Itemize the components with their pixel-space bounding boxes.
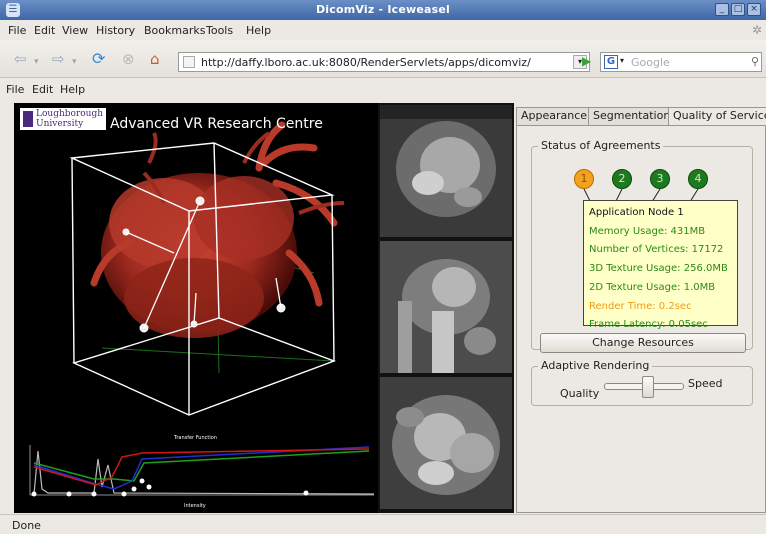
slice-view-1[interactable]	[380, 105, 512, 237]
node-info-tooltip: Application Node 1 Memory Usage: 431MB N…	[583, 200, 738, 330]
slice-view-2[interactable]	[380, 241, 512, 373]
menu-help[interactable]: Help	[246, 24, 271, 37]
transfer-function-curves[interactable]	[14, 439, 378, 513]
tooltip-2d-texture: 2D Texture Usage: 1.0MB	[589, 281, 716, 293]
tooltip-vertices: Number of Vertices: 17172	[589, 244, 724, 256]
url-text[interactable]: http://daffy.lboro.ac.uk:8080/RenderServ…	[201, 56, 531, 69]
tab-segmentation[interactable]: Segmentation	[588, 107, 676, 125]
university-logo: Loughborough University	[20, 108, 106, 130]
forward-dropdown-icon[interactable]: ▾	[72, 54, 77, 70]
menu-tools[interactable]: Tools	[206, 24, 233, 37]
tooltip-frame-latency: Frame Latency: 0.05sec	[589, 319, 708, 331]
applet-menu-help[interactable]: Help	[60, 83, 85, 96]
volume-render-view[interactable]: Loughborough University Advanced VR Rese…	[14, 103, 378, 513]
centre-title: Advanced VR Research Centre	[110, 116, 323, 132]
applet-menu-file[interactable]: File	[6, 83, 24, 96]
menu-file[interactable]: File	[8, 24, 26, 37]
quality-speed-slider-thumb[interactable]	[642, 376, 654, 398]
minimize-icon[interactable]: _	[715, 3, 729, 16]
tooltip-render-time: Render Time: 0.2sec	[589, 300, 692, 312]
tooltip-3d-texture: 3D Texture Usage: 256.0MB	[589, 263, 728, 275]
transfer-function-editor[interactable]: Intensity	[14, 439, 378, 513]
throbber-icon: ✲	[751, 23, 762, 37]
navigation-toolbar: ⇦ ▾ ⇨ ▾ ⟳ ⊗ ⌂ http://daffy.lboro.ac.uk:8…	[0, 40, 766, 78]
adaptive-rendering-legend: Adaptive Rendering	[538, 359, 653, 372]
logo-line-1: Loughborough	[36, 109, 104, 119]
status-bar: Done	[0, 514, 766, 534]
go-icon[interactable]: ▶	[582, 54, 596, 70]
stop-icon[interactable]: ⊗	[122, 51, 135, 67]
forward-icon[interactable]: ⇨	[52, 51, 65, 67]
title-bar: ☰ DicomViz - Iceweasel _ □ ×	[0, 0, 766, 20]
adaptive-rendering-group: Adaptive Rendering Quality Speed	[531, 359, 753, 406]
favicon-icon	[183, 56, 195, 68]
back-icon[interactable]: ⇦	[14, 51, 27, 67]
close-icon[interactable]: ×	[747, 3, 761, 16]
quality-label: Quality	[560, 387, 600, 400]
search-input[interactable]: Google	[631, 56, 670, 69]
applet-menu-bar: File Edit Help	[0, 79, 766, 99]
tab-quality-of-service[interactable]: Quality of Service	[668, 107, 766, 126]
speed-label: Speed	[688, 377, 723, 390]
menu-history[interactable]: History	[96, 24, 135, 37]
menu-edit[interactable]: Edit	[34, 24, 55, 37]
applet-menu-edit[interactable]: Edit	[32, 83, 53, 96]
quality-of-service-pane: Status of Agreements 1 2 3 4 Change Reso…	[516, 125, 766, 513]
logo-line-2: University	[36, 119, 84, 129]
status-text: Done	[12, 519, 41, 532]
tab-appearance[interactable]: Appearance	[516, 107, 593, 125]
tooltip-memory: Memory Usage: 431MB	[589, 225, 706, 237]
search-engine-icon[interactable]: G	[604, 55, 618, 69]
back-dropdown-icon[interactable]: ▾	[34, 54, 39, 70]
search-icon[interactable]: ⚲	[751, 55, 759, 68]
transfer-function-x-label: Intensity	[184, 503, 206, 509]
menu-bookmarks[interactable]: Bookmarks	[144, 24, 205, 37]
tooltip-title: Application Node 1	[589, 207, 684, 218]
search-box[interactable]: G ▾ Google ⚲	[600, 52, 762, 72]
url-bar[interactable]: http://daffy.lboro.ac.uk:8080/RenderServ…	[178, 52, 590, 72]
change-resources-button[interactable]: Change Resources	[540, 333, 746, 353]
search-engine-dropdown-icon[interactable]: ▾	[620, 56, 624, 65]
home-icon[interactable]: ⌂	[150, 51, 160, 67]
browser-menu-bar: File Edit View History Bookmarks Tools H…	[0, 20, 766, 40]
settings-panel: Appearance Segmentation Quality of Servi…	[514, 101, 766, 513]
volume-render-scene[interactable]	[14, 103, 378, 433]
slice-view-3[interactable]	[380, 377, 512, 509]
university-crest-icon	[23, 111, 33, 127]
slice-views	[378, 103, 514, 513]
window-title: DicomViz - Iceweasel	[315, 3, 451, 16]
applet-content: Loughborough University Advanced VR Rese…	[8, 101, 766, 513]
maximize-icon[interactable]: □	[731, 3, 745, 16]
reload-icon[interactable]: ⟳	[92, 51, 105, 67]
menu-view[interactable]: View	[62, 24, 88, 37]
